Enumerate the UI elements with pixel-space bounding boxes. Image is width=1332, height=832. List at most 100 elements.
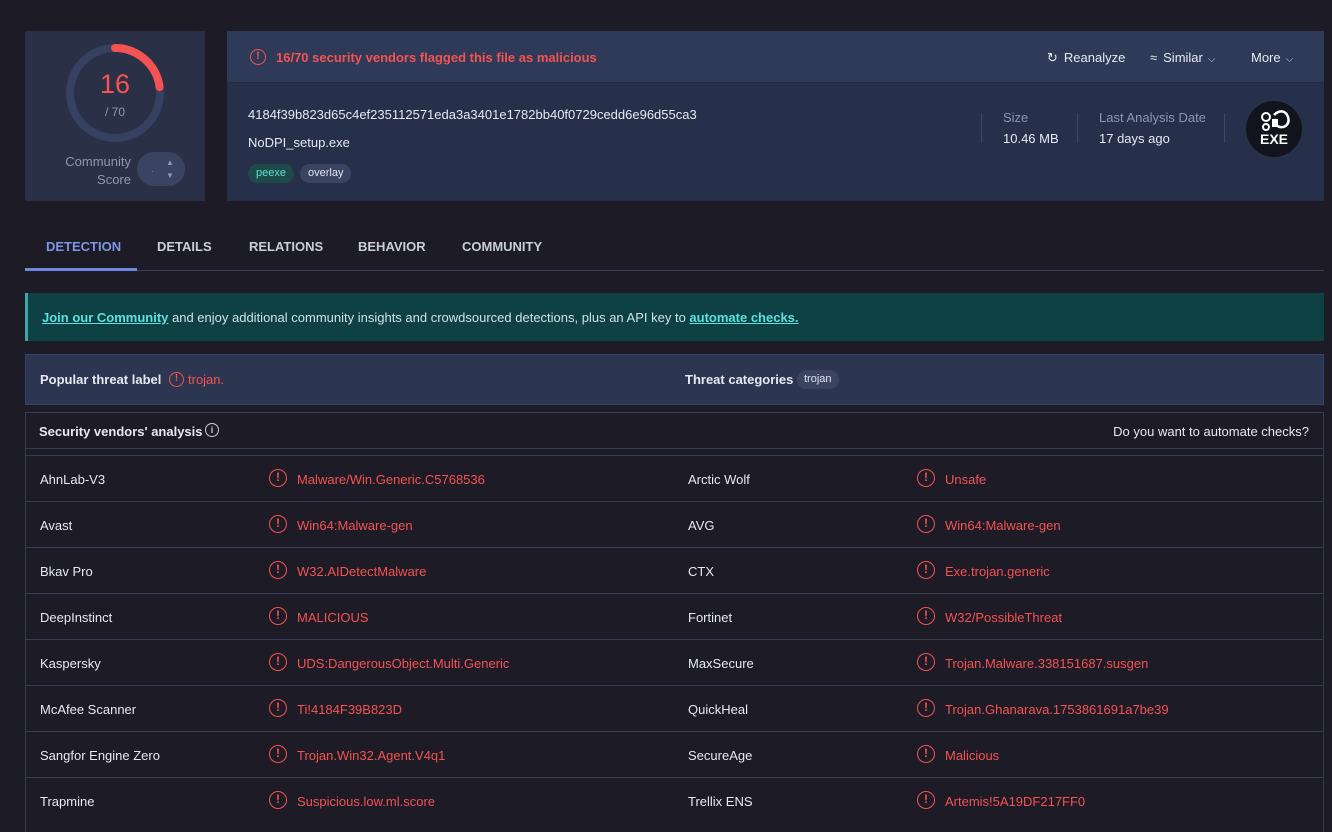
- chevron-down-icon: ⌵: [1285, 54, 1294, 65]
- detection-result: Trojan.Ghanarava.1753861691a7be39: [945, 702, 1169, 717]
- more-button[interactable]: More ⌵: [1251, 50, 1293, 65]
- similar-label: Similar: [1163, 50, 1203, 65]
- detection-result: UDS:DangerousObject.Multi.Generic: [297, 656, 510, 671]
- tab-detection[interactable]: DETECTION: [46, 239, 121, 254]
- alert-icon: !: [250, 49, 266, 65]
- similar-icon: ≈: [1150, 50, 1158, 65]
- detection-result: W32/PossibleThreat: [945, 610, 1063, 625]
- detection-total: / 70: [104, 105, 125, 119]
- banner-message: and enjoy additional community insights …: [168, 310, 690, 325]
- detection-result: Exe.trojan.generic: [945, 564, 1050, 579]
- detection-score-card: 16 / 70 Community Score · ▲ ▼: [25, 31, 205, 201]
- divider: [981, 113, 982, 143]
- file-summary-card: ! 16/70 security vendors flagged this fi…: [227, 31, 1324, 201]
- table-row: DeepInstinct! MALICIOUS Fortinet! W32/Possi…: [26, 593, 1323, 639]
- community-score-label: Community Score: [65, 154, 131, 187]
- gears-icon: [1261, 110, 1290, 131]
- similar-button[interactable]: ≈ Similar ⌵: [1150, 50, 1215, 65]
- vendor-name: Arctic Wolf: [688, 472, 750, 487]
- tag-peexe[interactable]: peexe: [248, 164, 294, 183]
- vendors-analysis-header: Security vendors' analysis i Do you want…: [26, 413, 1323, 449]
- tab-behavior[interactable]: BEHAVIOR: [358, 239, 426, 254]
- popular-threat-value[interactable]: trojan.: [188, 372, 224, 387]
- table-row: Sangfor Engine Zero! Trojan.Win32.Agent.V…: [26, 731, 1323, 777]
- tab-bar: DETECTION DETAILS RELATIONS BEHAVIOR COM…: [25, 225, 1324, 271]
- vendor-name: Bkav Pro: [40, 564, 93, 579]
- divider: [1077, 113, 1078, 143]
- size-value: 10.46 MB: [1003, 131, 1059, 146]
- detection-result: Suspicious.low.ml.score: [297, 794, 435, 809]
- vendors-analysis-section: Security vendors' analysis i Do you want…: [25, 412, 1324, 832]
- alert-icon: !: [269, 699, 287, 717]
- vendor-name: Trapmine: [40, 794, 95, 809]
- alert-icon: !: [917, 791, 935, 809]
- automate-checks-question[interactable]: Do you want to automate checks?: [1113, 424, 1309, 439]
- detection-result: MALICIOUS: [297, 610, 369, 625]
- file-name: NoDPI_setup.exe: [248, 135, 350, 150]
- alert-icon: !: [917, 561, 935, 579]
- vote-down-icon[interactable]: ▼: [166, 171, 174, 180]
- table-row: AhnLab-V3! Malware/Win.Generic.C5768536 Ar…: [26, 455, 1323, 501]
- detection-result: Win64:Malware-gen: [297, 518, 413, 533]
- detection-result: Malicious: [945, 748, 1000, 763]
- alert-icon: !: [917, 653, 935, 671]
- detection-result: Malware/Win.Generic.C5768536: [297, 472, 485, 487]
- reanalyze-button[interactable]: ↻ Reanalyze: [1047, 50, 1125, 66]
- vendor-name: Trellix ENS: [688, 794, 753, 809]
- threat-categories-label: Threat categories: [685, 372, 794, 387]
- vendor-name: MaxSecure: [688, 656, 754, 671]
- alert-icon: !: [917, 699, 935, 717]
- last-analysis-value: 17 days ago: [1099, 131, 1170, 146]
- detection-result: Unsafe: [945, 472, 987, 487]
- detection-count: 16: [99, 69, 131, 99]
- last-analysis-label: Last Analysis Date: [1099, 110, 1206, 125]
- file-hash[interactable]: 4184f39b823d65c4ef235112571eda3a3401e178…: [248, 107, 697, 122]
- detection-result: Win64:Malware-gen: [945, 518, 1061, 533]
- tag-overlay[interactable]: overlay: [300, 164, 352, 183]
- automate-checks-link[interactable]: automate checks.: [689, 310, 798, 325]
- table-row: Trapmine! Suspicious.low.ml.score Trellix …: [26, 777, 1323, 823]
- file-type-badge: EXE: [1246, 101, 1302, 157]
- tab-details[interactable]: DETAILS: [157, 239, 212, 254]
- alert-icon: !: [917, 745, 935, 763]
- table-row: Bkav Pro! W32.AIDetectMalware CTX! Exe.troj…: [26, 547, 1323, 593]
- vendor-name: QuickHeal: [688, 702, 748, 717]
- community-score-vote[interactable]: · ▲ ▼: [137, 152, 185, 186]
- detection-result: Ti!4184F39B823D: [297, 702, 403, 717]
- threat-summary-row: Popular threat label ! trojan. Threat ca…: [25, 354, 1324, 405]
- vendor-name: Avast: [40, 518, 73, 533]
- vendor-name: DeepInstinct: [40, 610, 113, 625]
- divider: [1224, 113, 1225, 143]
- alert-icon: !: [917, 469, 935, 487]
- table-row: Avast! Win64:Malware-gen AVG! Win64:Malware…: [26, 501, 1323, 547]
- malicious-flag-text: 16/70 security vendors flagged this file…: [276, 50, 597, 65]
- alert-icon: !: [917, 515, 935, 533]
- refresh-icon: ↻: [1047, 50, 1058, 65]
- detection-result: Trojan.Win32.Agent.V4q1: [297, 748, 446, 763]
- popular-threat-label: Popular threat label: [40, 372, 162, 387]
- vendor-name: SecureAge: [688, 748, 753, 763]
- alert-icon: !: [269, 745, 287, 763]
- vendor-name: AhnLab-V3: [40, 472, 106, 487]
- banner-text: Join our Community and enjoy additional …: [42, 310, 799, 325]
- alert-icon: !: [269, 515, 287, 533]
- table-row: Kaspersky! UDS:DangerousObject.Multi.Gene…: [26, 639, 1323, 685]
- community-score-value: ·: [151, 167, 154, 176]
- info-icon[interactable]: i: [205, 423, 219, 437]
- tab-relations[interactable]: RELATIONS: [249, 239, 323, 254]
- malicious-flag-bar: ! 16/70 security vendors flagged this fi…: [227, 31, 1324, 83]
- alert-icon: !: [269, 607, 287, 625]
- alert-icon: !: [917, 607, 935, 625]
- tab-community[interactable]: COMMUNITY: [462, 239, 542, 254]
- vote-up-icon[interactable]: ▲: [166, 158, 174, 167]
- detection-result: Artemis!5A19DF217FF0: [945, 794, 1086, 809]
- join-community-link[interactable]: Join our Community: [42, 310, 168, 325]
- alert-icon: !: [269, 653, 287, 671]
- vendor-name: Fortinet: [688, 610, 733, 625]
- size-label: Size: [1003, 110, 1029, 125]
- vendors-analysis-title: Security vendors' analysis: [39, 424, 203, 439]
- reanalyze-label: Reanalyze: [1063, 50, 1126, 65]
- threat-category-chip[interactable]: trojan: [797, 370, 839, 389]
- vendor-table: AhnLab-V3! Malware/Win.Generic.C5768536 Ar…: [26, 455, 1323, 823]
- table-row: McAfee Scanner! Ti!4184F39B823D QuickHeal!…: [26, 685, 1323, 731]
